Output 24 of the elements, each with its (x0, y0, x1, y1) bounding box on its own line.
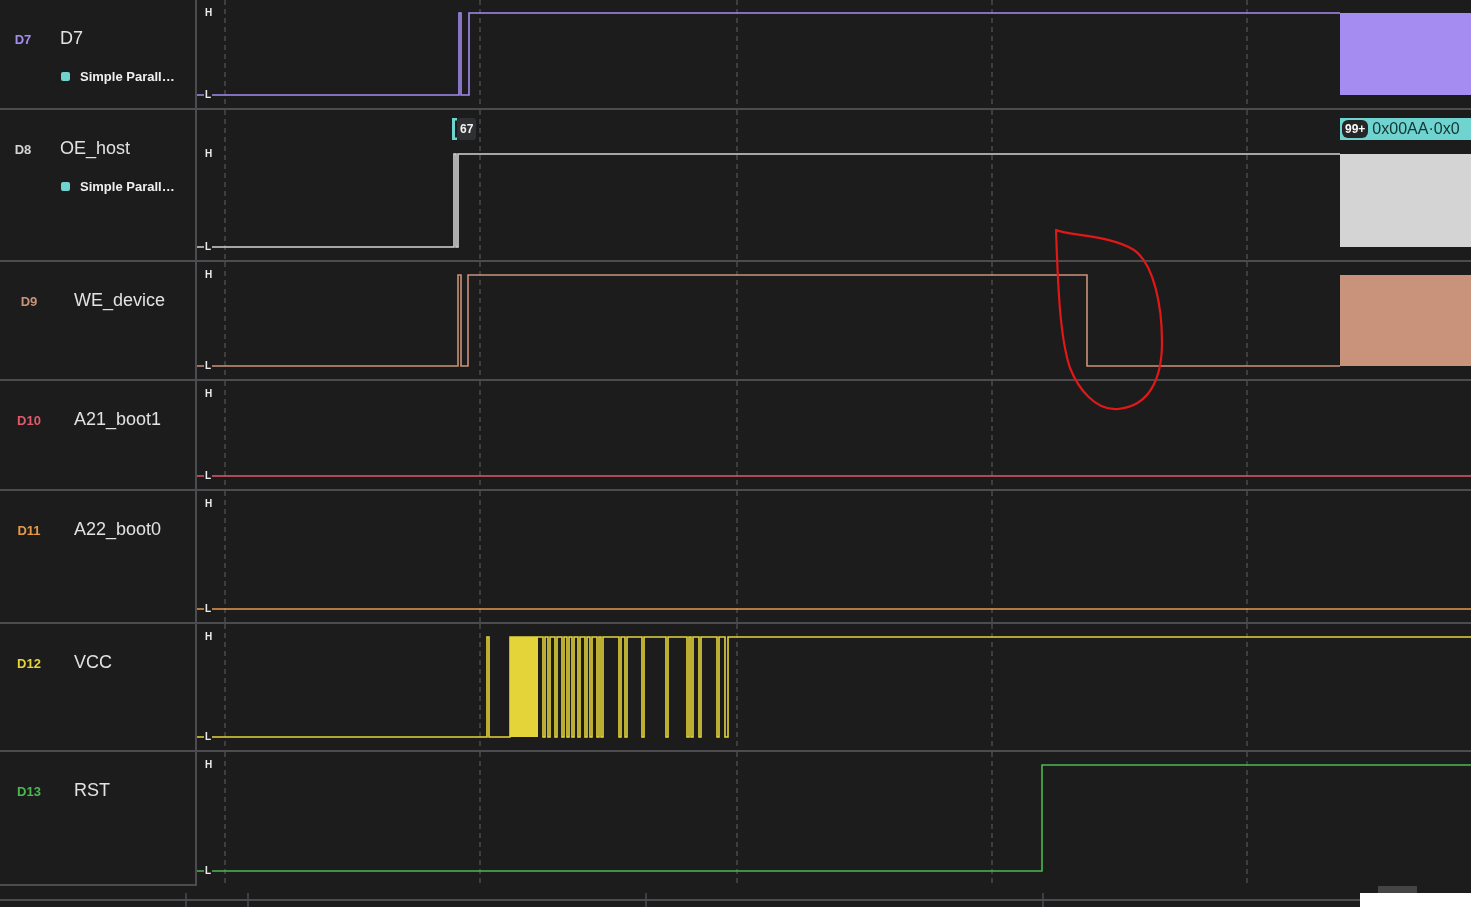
frame-count-badge: 99+ (1342, 120, 1369, 138)
high-level-label: H (204, 148, 214, 160)
frame-value-text: 0x00AA·0x0 (1372, 120, 1460, 138)
channel-name-label: A22_boot0 (74, 518, 162, 541)
channel-id-label: D9 (19, 294, 39, 309)
channel-name-label: WE_device (74, 289, 166, 312)
low-level-label: L (204, 241, 213, 253)
channel-name-label: D7 (60, 27, 83, 50)
channel-name-label: VCC (74, 651, 112, 674)
channel-id-label: D8 (13, 142, 33, 157)
channel-id-label: D11 (16, 523, 42, 538)
channel-id-label: D10 (16, 413, 42, 428)
analyzer-name-label: Simple Parall… (80, 178, 175, 194)
channel-name-label: OE_host (60, 137, 131, 160)
channel-id-label: D12 (16, 656, 42, 671)
channel-id-label: D7 (13, 32, 33, 47)
low-level-label: L (204, 603, 213, 615)
channel-id-label: D13 (16, 784, 42, 799)
high-level-label: H (204, 388, 214, 400)
channel-name-label: RST (74, 779, 110, 802)
channel-name-label: A21_boot1 (74, 408, 162, 431)
analyzer-name-label: Simple Parall… (80, 68, 175, 84)
high-level-label: H (204, 498, 214, 510)
low-level-label: L (204, 470, 213, 482)
